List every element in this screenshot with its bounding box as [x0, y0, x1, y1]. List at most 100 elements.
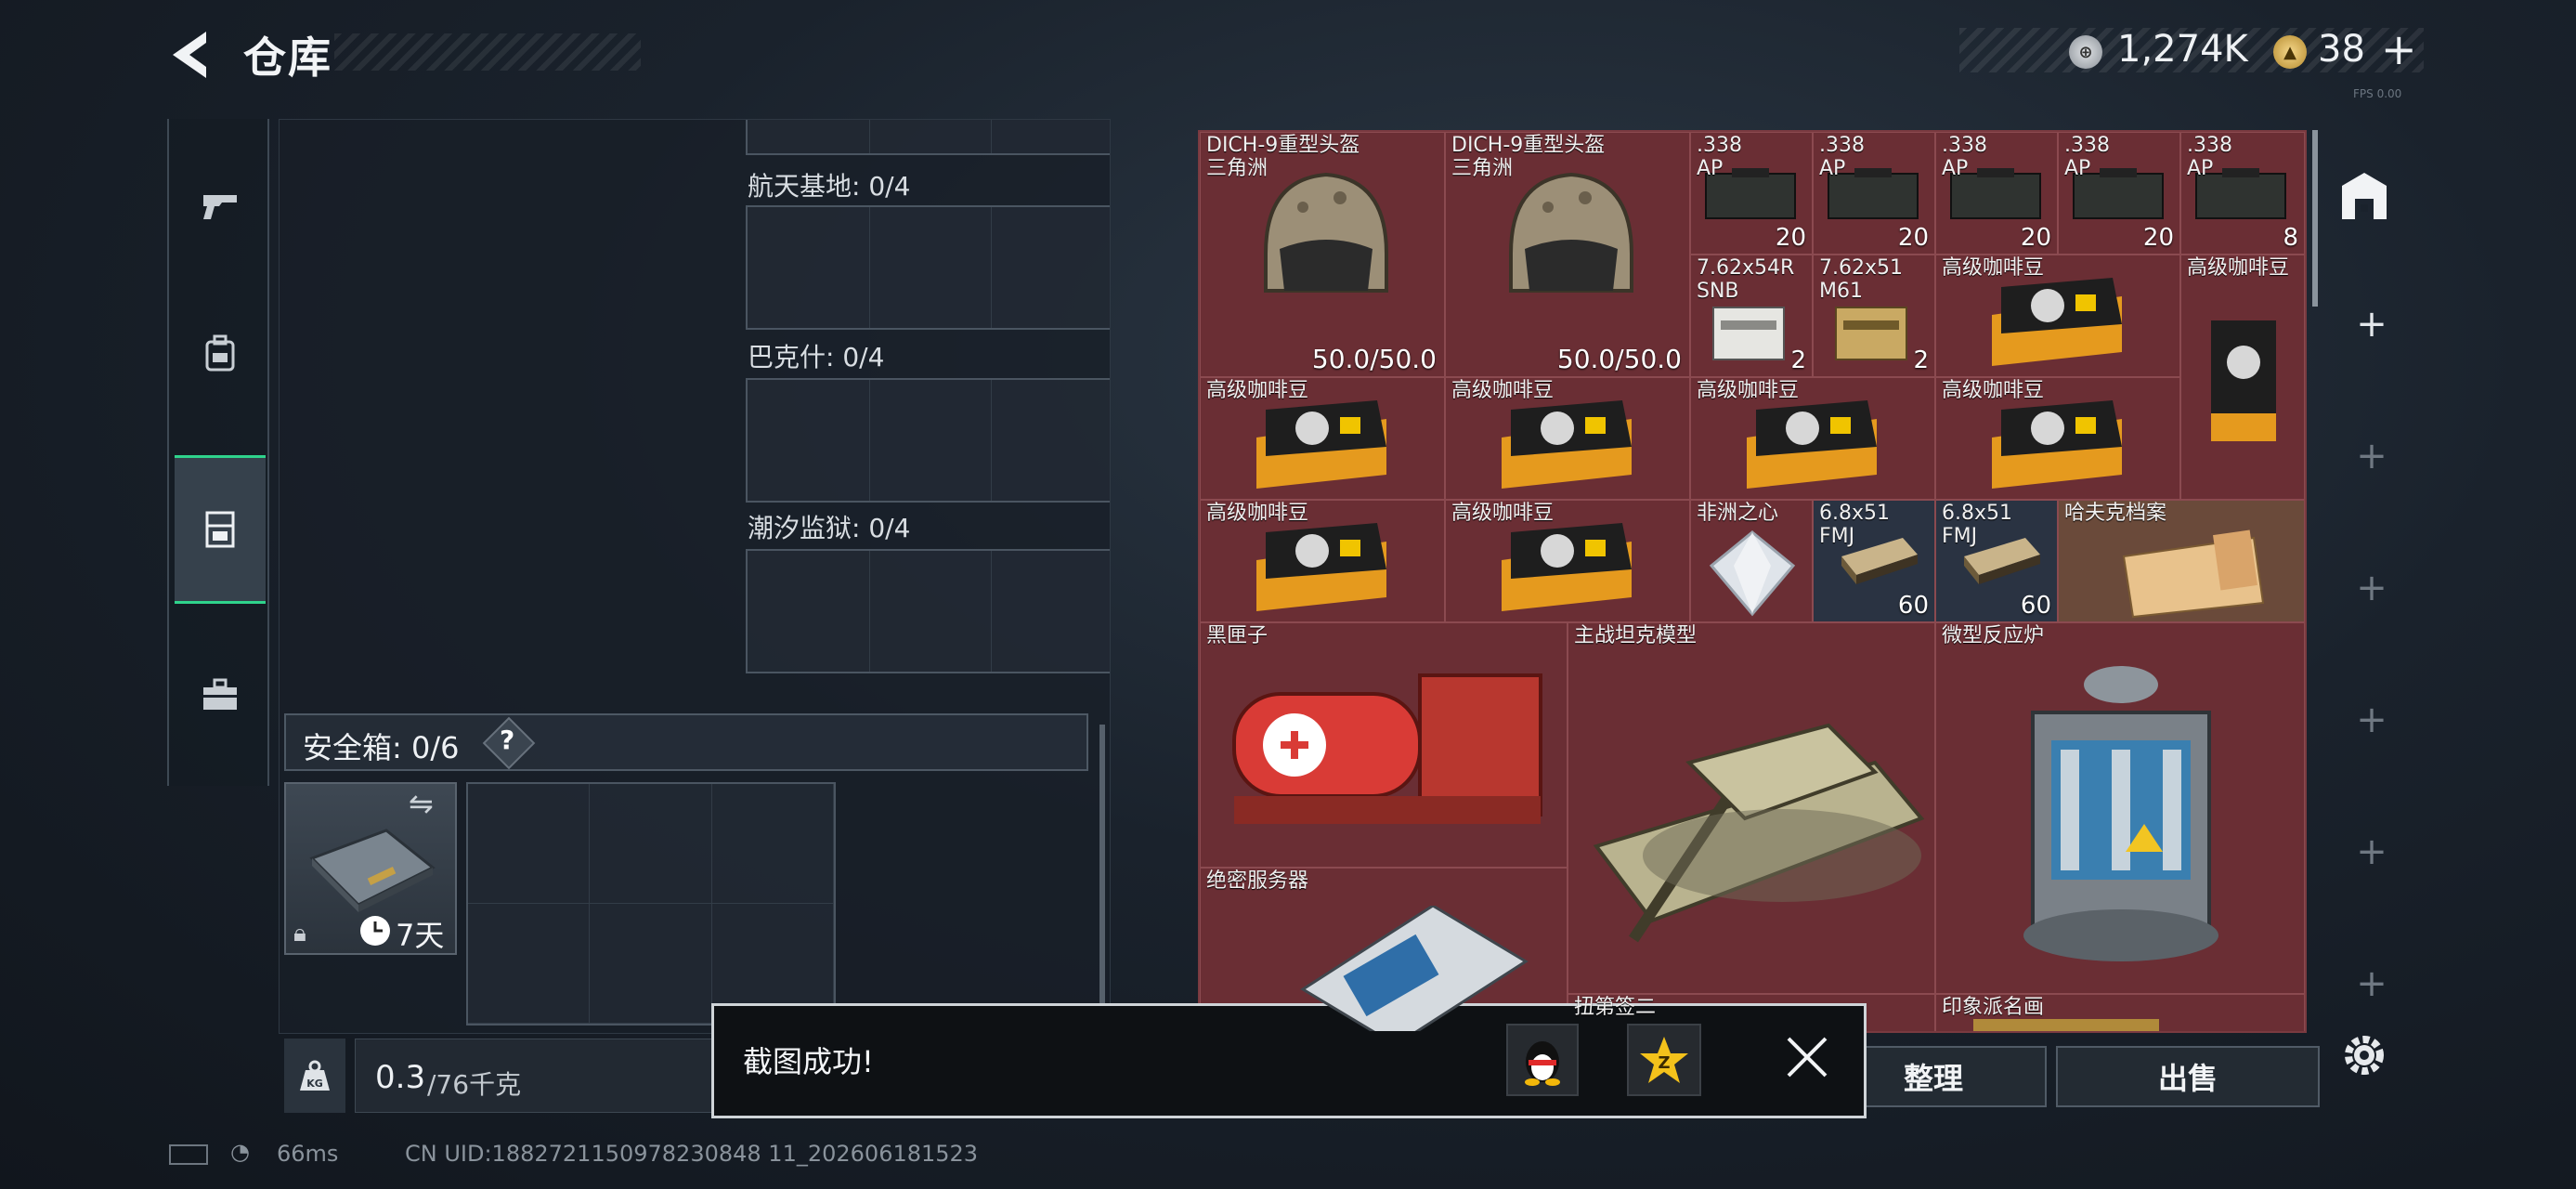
qq-penguin-icon	[1525, 1041, 1560, 1086]
silver-coin-icon: ⊕	[2069, 35, 2102, 69]
reactor-icon	[2023, 666, 2218, 961]
item-ammo-338[interactable]: .338 AP 20	[1813, 132, 1935, 255]
item-coffee-beans[interactable]: 高级咖啡豆	[1445, 377, 1690, 500]
server-icon	[1300, 906, 1529, 1031]
item-black-box[interactable]: 黑匣子	[1200, 622, 1568, 868]
slot-grid-bakhmut[interactable]	[746, 378, 1110, 503]
item-coffee-beans[interactable]: 高级咖啡豆	[2180, 255, 2305, 500]
coffee-bag-icon	[1256, 523, 1386, 611]
item-ammo-762x54r[interactable]: 7.62x54R SNB 2	[1690, 255, 1813, 377]
inventory-grid: DICH-9重型头盔 三角洲 50.0/50.0 DICH-9重型头盔 三角洲 …	[1198, 130, 2307, 1033]
qq-share-button[interactable]	[1506, 1024, 1579, 1096]
tank-model-icon	[1593, 723, 1925, 943]
item-helmet[interactable]: DICH-9重型头盔 三角洲 50.0/50.0	[1445, 132, 1690, 377]
item-coffee-beans[interactable]: 高级咖啡豆	[1200, 377, 1445, 500]
rail-item-toolbox[interactable]	[175, 621, 266, 769]
ammo-box-icon	[1835, 307, 1907, 360]
safebox-label: 安全箱: 0/6	[303, 730, 460, 765]
coffee-bag-icon	[1747, 400, 1877, 489]
safebox-case-icon	[309, 829, 436, 912]
item-ammo-338[interactable]: .338 AP 8	[2180, 132, 2305, 255]
item-ammo-68x51[interactable]: 6.8x51 FMJ 60	[1813, 500, 1935, 622]
item-coffee-beans[interactable]: 高级咖啡豆	[1935, 255, 2180, 377]
add-storage-tab-button[interactable]: +	[2329, 830, 2414, 873]
item-ammo-762x51[interactable]: 7.62x51 M61 2	[1813, 255, 1935, 377]
ammo-box-icon	[1712, 307, 1785, 360]
back-arrow-icon[interactable]	[165, 26, 223, 84]
coffee-bag-icon	[1992, 400, 2122, 489]
rail-item-backpack[interactable]	[175, 279, 266, 427]
ping-indicator: 66ms	[277, 1141, 339, 1167]
help-icon[interactable]: ?	[500, 725, 514, 755]
slot-label-tide-prison: 潮汐监狱: 0/4	[748, 513, 911, 543]
item-ammo-68x51[interactable]: 6.8x51 FMJ 60	[1935, 500, 2058, 622]
item-impressionist-painting[interactable]: 印象派名画	[1935, 994, 2305, 1031]
weight-value: 0.3	[375, 1059, 426, 1096]
document-folder-icon	[2122, 529, 2265, 619]
left-panel-scrollbar[interactable]	[1099, 725, 1105, 1003]
svg-text:Z: Z	[1658, 1053, 1670, 1073]
toast-message: 截图成功!	[743, 1044, 874, 1079]
inventory-scrollbar[interactable]	[2312, 130, 2318, 307]
item-ammo-338[interactable]: .338 AP 20	[2058, 132, 2180, 255]
item-tank-model[interactable]: 主战坦克模型	[1568, 622, 1935, 994]
wifi-icon: ◔	[230, 1139, 250, 1165]
add-storage-tab-button[interactable]: +	[2329, 567, 2414, 609]
coffee-bag-icon	[1502, 523, 1632, 611]
add-storage-tab-button[interactable]: +	[2329, 303, 2414, 346]
title-decoration	[334, 33, 641, 71]
item-coffee-beans[interactable]: 高级咖啡豆	[1690, 377, 1935, 500]
add-storage-tab-button[interactable]: +	[2329, 435, 2414, 477]
item-coffee-beans[interactable]: 高级咖啡豆	[1935, 377, 2180, 500]
rail-item-weapons[interactable]	[175, 130, 266, 279]
gear-icon[interactable]	[2338, 1029, 2390, 1081]
diamond-icon	[1709, 530, 1796, 617]
add-storage-tab-button[interactable]: +	[2329, 962, 2414, 1005]
add-currency-button[interactable]: +	[2381, 24, 2417, 74]
storage-tabs-rail: + + + + + +	[2329, 130, 2414, 1022]
helmet-icon	[1264, 172, 1388, 293]
coffee-bag-icon	[2211, 320, 2276, 441]
locker-icon	[205, 511, 235, 548]
slot-grid-top[interactable]	[746, 120, 1110, 155]
lock-icon: 🔒︎	[293, 920, 306, 947]
rail-item-storage[interactable]	[175, 455, 266, 604]
fps-indicator: FPS 0.00	[2353, 87, 2402, 100]
slot-label-space-base: 航天基地: 0/4	[748, 171, 911, 202]
coffee-bag-icon	[1502, 400, 1632, 489]
briefcase-icon	[203, 678, 237, 710]
item-coffee-beans[interactable]: 高级咖啡豆	[1200, 500, 1445, 622]
category-rail	[167, 119, 269, 786]
pistol-icon	[203, 195, 237, 219]
weight-icon: KG	[284, 1039, 345, 1113]
page-title: 仓库	[243, 33, 332, 83]
qzone-share-button[interactable]: Z	[1627, 1024, 1701, 1096]
user-uid: CN UID:1882721150978230848 11_2026061815…	[405, 1141, 979, 1167]
coffee-bag-icon	[1992, 278, 2122, 366]
coffee-bag-icon	[1256, 400, 1386, 489]
slot-grid-tide-prison[interactable]	[746, 549, 1110, 673]
close-icon[interactable]	[1783, 1033, 1831, 1081]
weight-capacity: /76千克	[427, 1069, 522, 1100]
battery-icon	[169, 1144, 208, 1165]
item-heart-of-africa[interactable]: 非洲之心	[1690, 500, 1813, 622]
helmet-icon	[1509, 172, 1633, 293]
svg-text:KG: KG	[306, 1078, 323, 1090]
black-box-icon	[1232, 673, 1542, 824]
gold-coin-icon: ▲	[2273, 35, 2307, 69]
item-ammo-338[interactable]: .338 AP 20	[1690, 132, 1813, 255]
safebox-grid[interactable]	[466, 782, 836, 1026]
backpack-icon	[205, 334, 235, 372]
add-storage-tab-button[interactable]: +	[2329, 699, 2414, 741]
slot-grid-space-base[interactable]	[746, 205, 1110, 330]
sell-button[interactable]: 出售	[2056, 1046, 2320, 1107]
item-hafk-archive[interactable]: 哈夫克档案	[2058, 500, 2305, 622]
swap-icon[interactable]: ⇋	[409, 786, 434, 821]
safebox-duration: 7天	[396, 918, 445, 953]
item-helmet[interactable]: DICH-9重型头盔 三角洲 50.0/50.0	[1200, 132, 1445, 377]
item-ammo-338[interactable]: .338 AP 20	[1935, 132, 2058, 255]
clock-icon	[360, 916, 390, 946]
slot-label-bakhmut: 巴克什: 0/4	[748, 342, 885, 372]
item-micro-reactor[interactable]: 微型反应炉	[1935, 622, 2305, 994]
item-coffee-beans[interactable]: 高级咖啡豆	[1445, 500, 1690, 622]
